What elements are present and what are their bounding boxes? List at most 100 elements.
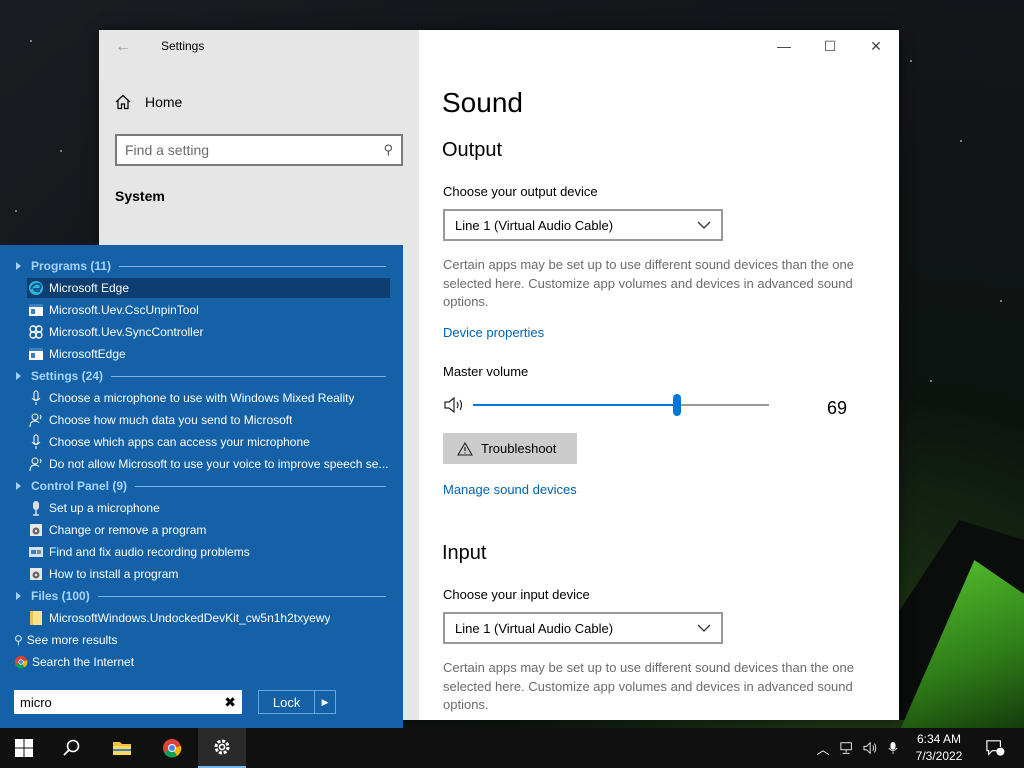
result-program[interactable]: MicrosoftEdge bbox=[28, 344, 126, 364]
divider bbox=[135, 485, 386, 487]
lock-label: Lock bbox=[272, 694, 301, 710]
result-setting[interactable]: Do not allow Microsoft to use your voice… bbox=[28, 454, 389, 474]
search-internet-label: Search the Internet bbox=[32, 655, 135, 669]
back-arrow-icon[interactable]: ← bbox=[115, 38, 131, 56]
device-properties-link[interactable]: Device properties bbox=[443, 325, 544, 340]
sound-page: — ☐ ✕ Sound Output Choose your output de… bbox=[419, 30, 899, 720]
result-file[interactable]: MicrosoftWindows.UndockedDevKit_cw5n1h2t… bbox=[28, 608, 330, 628]
volume-thumb[interactable] bbox=[673, 394, 682, 416]
start-search-panel: Programs (11) Microsoft Edge Microsoft.U… bbox=[0, 245, 403, 728]
group-files[interactable]: Files (100) bbox=[16, 589, 386, 603]
input-device-value: Line 1 (Virtual Audio Cable) bbox=[455, 620, 614, 636]
master-volume-slider[interactable] bbox=[473, 394, 769, 416]
chevron-down-icon bbox=[697, 221, 711, 229]
action-center-button[interactable]: 1 bbox=[980, 728, 1010, 768]
troubleshoot-label: Troubleshoot bbox=[481, 441, 557, 456]
result-label: MicrosoftWindows.UndockedDevKit_cw5n1h2t… bbox=[49, 611, 331, 625]
network-icon[interactable] bbox=[836, 728, 858, 768]
search-internet[interactable]: Search the Internet bbox=[14, 655, 134, 669]
clear-search-icon[interactable]: ✖ bbox=[224, 694, 236, 711]
close-button[interactable]: ✕ bbox=[853, 30, 899, 62]
maximize-button[interactable]: ☐ bbox=[807, 30, 853, 62]
edge-icon bbox=[28, 280, 44, 296]
search-icon: ⚲ bbox=[14, 633, 23, 647]
chrome-icon bbox=[14, 655, 28, 669]
group-programs[interactable]: Programs (11) bbox=[16, 259, 386, 273]
folder-icon bbox=[113, 742, 131, 755]
app-window-icon bbox=[28, 302, 44, 318]
result-microsoft-edge[interactable]: Microsoft Edge bbox=[27, 278, 390, 298]
caption-buttons: — ☐ ✕ bbox=[761, 30, 899, 62]
file-explorer-button[interactable] bbox=[98, 728, 146, 768]
home-link[interactable]: Home bbox=[115, 94, 182, 110]
taskbar: ︿ 6:34 AM 7/3/2022 1 bbox=[0, 728, 1024, 768]
group-settings[interactable]: Settings (24) bbox=[16, 369, 386, 383]
result-setting[interactable]: Choose a microphone to use with Windows … bbox=[28, 388, 354, 408]
home-label: Home bbox=[145, 94, 183, 110]
troubleshoot-button[interactable]: Troubleshoot bbox=[443, 433, 577, 464]
windows-logo-icon bbox=[15, 739, 33, 757]
find-setting-input[interactable]: Find a setting ⚲ bbox=[115, 134, 403, 166]
output-description: Certain apps may be set up to use differ… bbox=[443, 257, 854, 309]
minimize-button[interactable]: — bbox=[761, 30, 807, 62]
manage-sound-devices-link[interactable]: Manage sound devices bbox=[443, 482, 577, 497]
result-control-panel[interactable]: How to install a program bbox=[28, 564, 178, 584]
result-program[interactable]: Microsoft.Uev.CscUnpinTool bbox=[28, 300, 199, 320]
result-label: Change or remove a program bbox=[49, 523, 207, 537]
result-label: Microsoft Edge bbox=[49, 281, 130, 295]
result-control-panel[interactable]: Find and fix audio recording problems bbox=[28, 542, 250, 562]
expand-arrow-icon bbox=[16, 262, 21, 270]
find-setting-placeholder: Find a setting bbox=[125, 142, 210, 158]
expand-arrow-icon bbox=[16, 372, 21, 380]
start-search-input[interactable]: micro ✖ bbox=[14, 690, 242, 714]
group-title: Settings (24) bbox=[31, 369, 104, 383]
group-title: Programs (11) bbox=[31, 259, 112, 273]
person-voice-icon bbox=[28, 456, 44, 472]
output-heading: Output bbox=[442, 139, 503, 161]
lock-button[interactable]: Lock ▶ bbox=[258, 690, 336, 714]
taskbar-search-button[interactable] bbox=[48, 728, 96, 768]
group-title: Control Panel (9) bbox=[31, 479, 128, 493]
divider bbox=[119, 265, 386, 267]
start-button[interactable] bbox=[0, 728, 48, 768]
group-control-panel[interactable]: Control Panel (9) bbox=[16, 479, 386, 493]
expand-arrow-icon bbox=[16, 482, 21, 490]
result-setting[interactable]: Choose which apps can access your microp… bbox=[28, 432, 310, 452]
chevron-down-icon bbox=[697, 624, 711, 632]
see-more-results[interactable]: ⚲ See more results bbox=[14, 633, 118, 647]
program-icon bbox=[28, 522, 44, 538]
lock-options-arrow-icon[interactable]: ▶ bbox=[314, 691, 335, 713]
result-label: How to install a program bbox=[49, 567, 179, 581]
show-hidden-icons-chevron-icon[interactable]: ︿ bbox=[814, 728, 832, 768]
input-device-label: Choose your input device bbox=[443, 587, 590, 602]
result-label: Set up a microphone bbox=[49, 501, 160, 515]
volume-icon[interactable] bbox=[860, 728, 882, 768]
result-label: Microsoft.Uev.CscUnpinTool bbox=[49, 303, 199, 317]
result-label: Find and fix audio recording problems bbox=[49, 545, 250, 559]
input-device-dropdown[interactable]: Line 1 (Virtual Audio Cable) bbox=[443, 612, 723, 644]
gear-icon bbox=[214, 739, 230, 755]
search-query: micro bbox=[20, 694, 52, 710]
output-device-label: Choose your output device bbox=[443, 184, 598, 199]
input-description: Certain apps may be set up to use differ… bbox=[443, 660, 854, 712]
result-control-panel[interactable]: Change or remove a program bbox=[28, 520, 206, 540]
input-heading: Input bbox=[442, 542, 487, 564]
chrome-button[interactable] bbox=[148, 728, 196, 768]
result-label: Microsoft.Uev.SyncController bbox=[49, 325, 204, 339]
troubleshoot-icon bbox=[28, 544, 44, 560]
result-program[interactable]: Microsoft.Uev.SyncController bbox=[28, 322, 204, 342]
window-title: Settings bbox=[161, 39, 205, 53]
taskbar-clock[interactable]: 6:34 AM 7/3/2022 bbox=[904, 731, 974, 765]
expand-arrow-icon bbox=[16, 592, 21, 600]
settings-taskbar-button[interactable] bbox=[198, 728, 246, 768]
result-control-panel[interactable]: Set up a microphone bbox=[28, 498, 160, 518]
microphone-icon[interactable] bbox=[884, 728, 902, 768]
group-title: Files (100) bbox=[31, 589, 90, 603]
speaker-icon[interactable] bbox=[443, 395, 467, 415]
result-setting[interactable]: Choose how much data you send to Microso… bbox=[28, 410, 292, 430]
output-device-dropdown[interactable]: Line 1 (Virtual Audio Cable) bbox=[443, 209, 723, 241]
microphone-icon bbox=[28, 500, 44, 516]
volume-fill bbox=[473, 404, 678, 406]
microphone-icon bbox=[28, 434, 44, 450]
program-icon bbox=[28, 566, 44, 582]
